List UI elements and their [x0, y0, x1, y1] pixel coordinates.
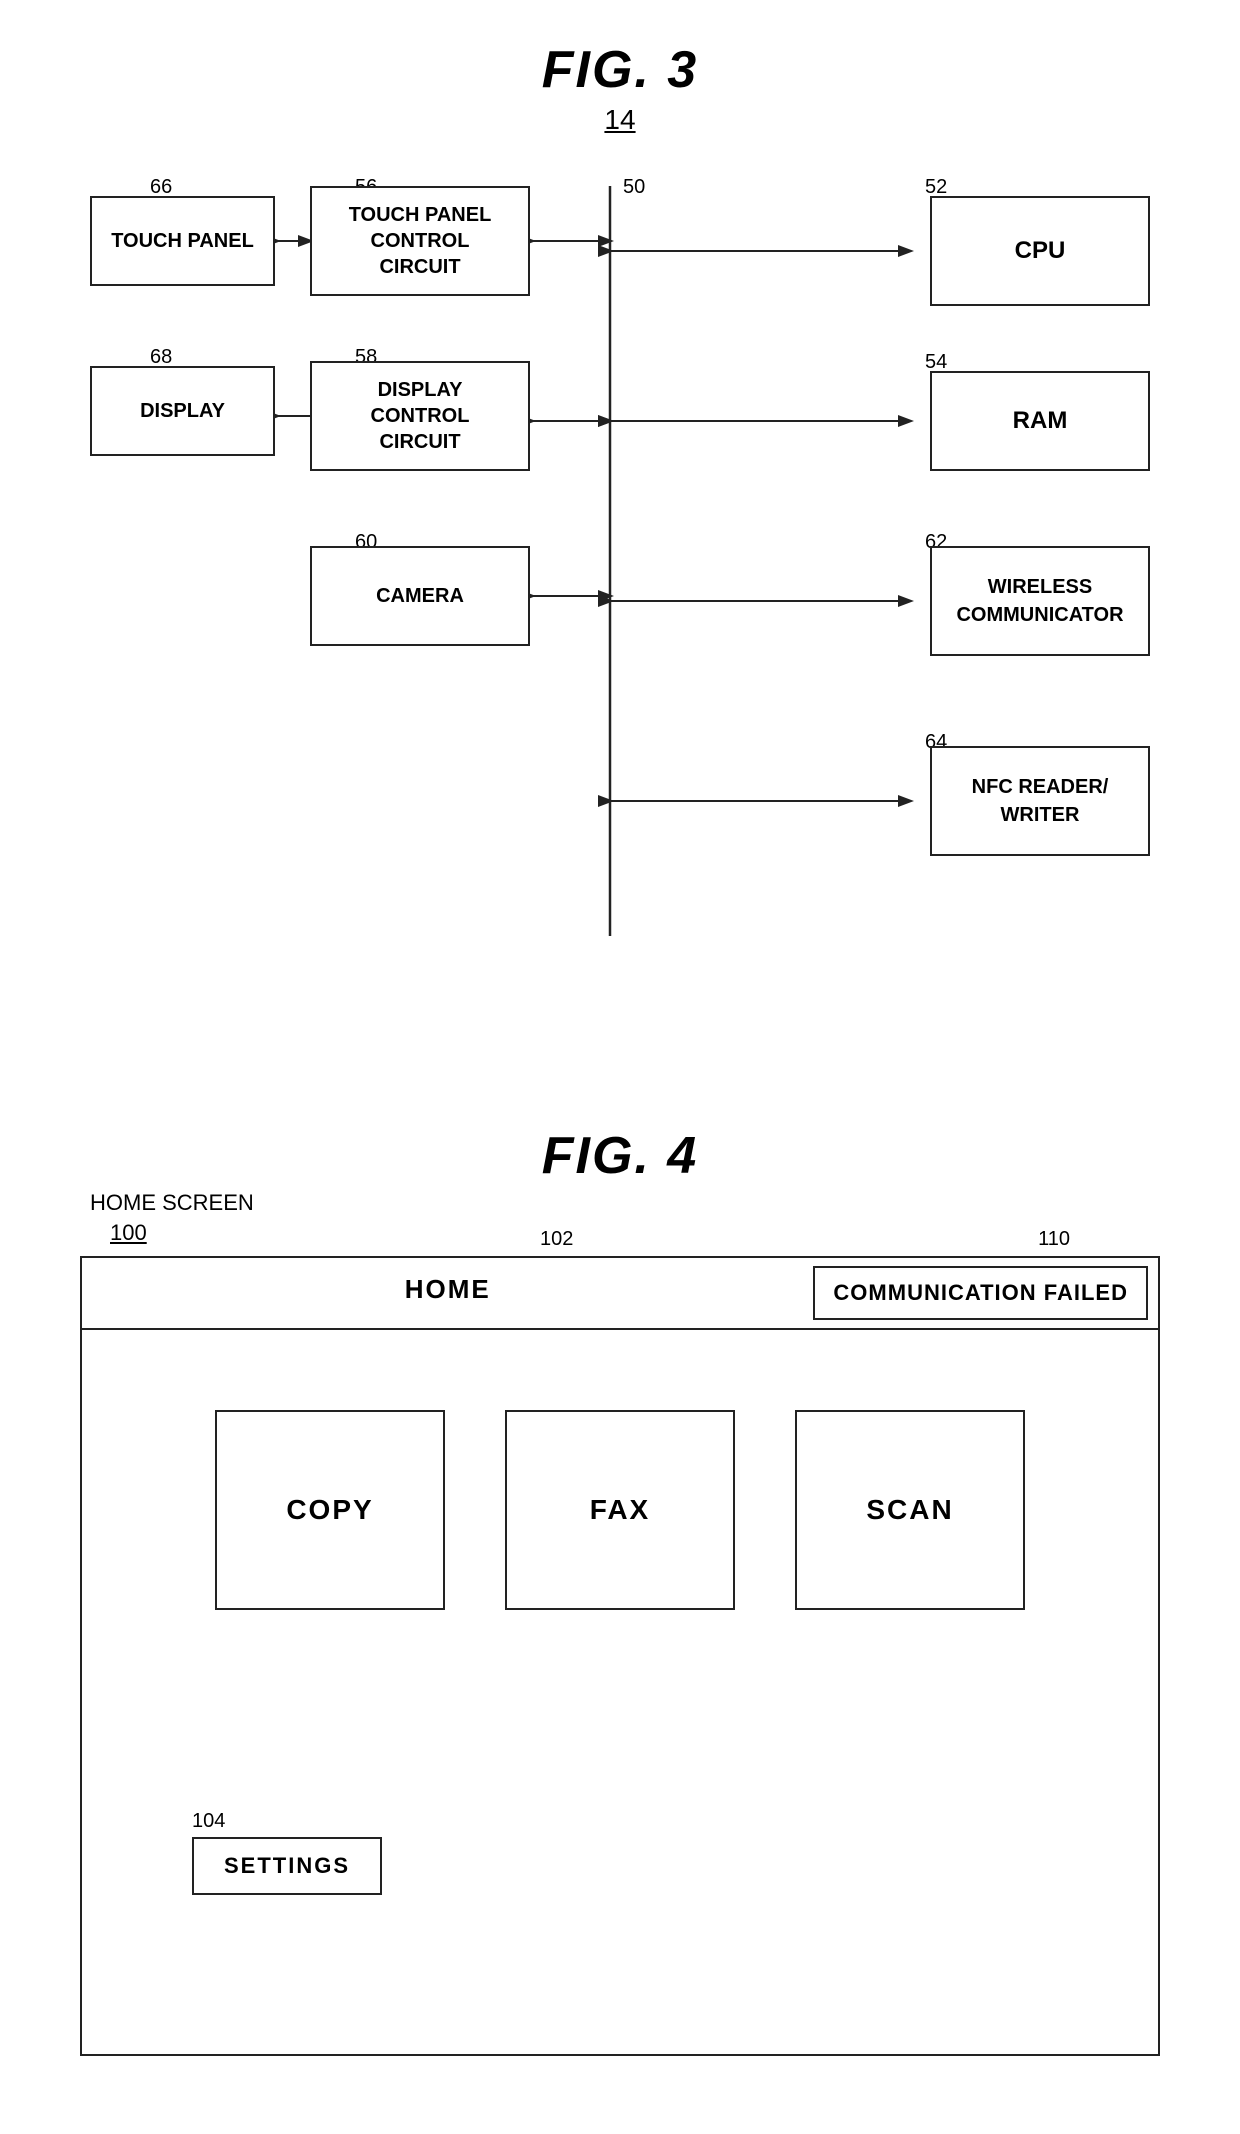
fig3-ref: 14 — [60, 104, 1180, 136]
wireless-block: WIRELESS COMMUNICATOR — [930, 546, 1150, 656]
settings-button[interactable]: SETTINGS — [192, 1837, 382, 1895]
nfc-block: NFC READER/ WRITER — [930, 746, 1150, 856]
camera-block: CAMERA — [310, 546, 530, 646]
home-screen-outer: HOME COMMUNICATION FAILED COPY FAX SCAN — [80, 1256, 1160, 2056]
home-screen-wrapper: 102 110 HOME COMMUNICATION FAILED COPY F… — [80, 1256, 1160, 2056]
fig4-section: FIG. 4 HOME SCREEN 100 102 110 HOME COMM… — [0, 1106, 1240, 2116]
cpu-block: CPU — [930, 196, 1150, 306]
ref-104: 104 — [192, 1810, 1078, 1833]
fax-button[interactable]: FAX — [505, 1410, 735, 1610]
scan-button[interactable]: SCAN — [795, 1410, 1025, 1610]
fig3-section: FIG. 3 14 — [0, 0, 1240, 1106]
ref-50: 50 — [623, 176, 645, 199]
fig3-diagram: 56 66 68 58 60 50 52 54 62 64 TOUCH PANE… — [70, 176, 1170, 1046]
ref-102: 102 — [540, 1228, 573, 1251]
settings-area: 104 SETTINGS — [162, 1810, 1078, 1895]
fig3-title: FIG. 3 — [60, 40, 1180, 100]
display-block: DISPLAY — [90, 366, 275, 456]
touch-ctrl-block: TOUCH PANEL CONTROL CIRCUIT — [310, 186, 530, 296]
home-screen-body: COPY FAX SCAN 104 SETTINGS — [82, 1330, 1158, 1955]
comm-failed-badge: COMMUNICATION FAILED — [813, 1266, 1148, 1320]
copy-button[interactable]: COPY — [215, 1410, 445, 1610]
ref-110: 110 — [1038, 1228, 1070, 1251]
touch-panel-block: TOUCH PANEL — [90, 196, 275, 286]
function-buttons: COPY FAX SCAN — [162, 1410, 1078, 1610]
display-ctrl-block: DISPLAY CONTROL CIRCUIT — [310, 361, 530, 471]
home-screen-label: HOME SCREEN — [90, 1190, 1180, 1216]
fig4-title: FIG. 4 — [60, 1126, 1180, 1186]
home-screen-header: HOME COMMUNICATION FAILED — [82, 1258, 1158, 1330]
ram-block: RAM — [930, 371, 1150, 471]
screen-ref: 100 — [110, 1220, 147, 1246]
home-title: HOME — [82, 1258, 813, 1328]
